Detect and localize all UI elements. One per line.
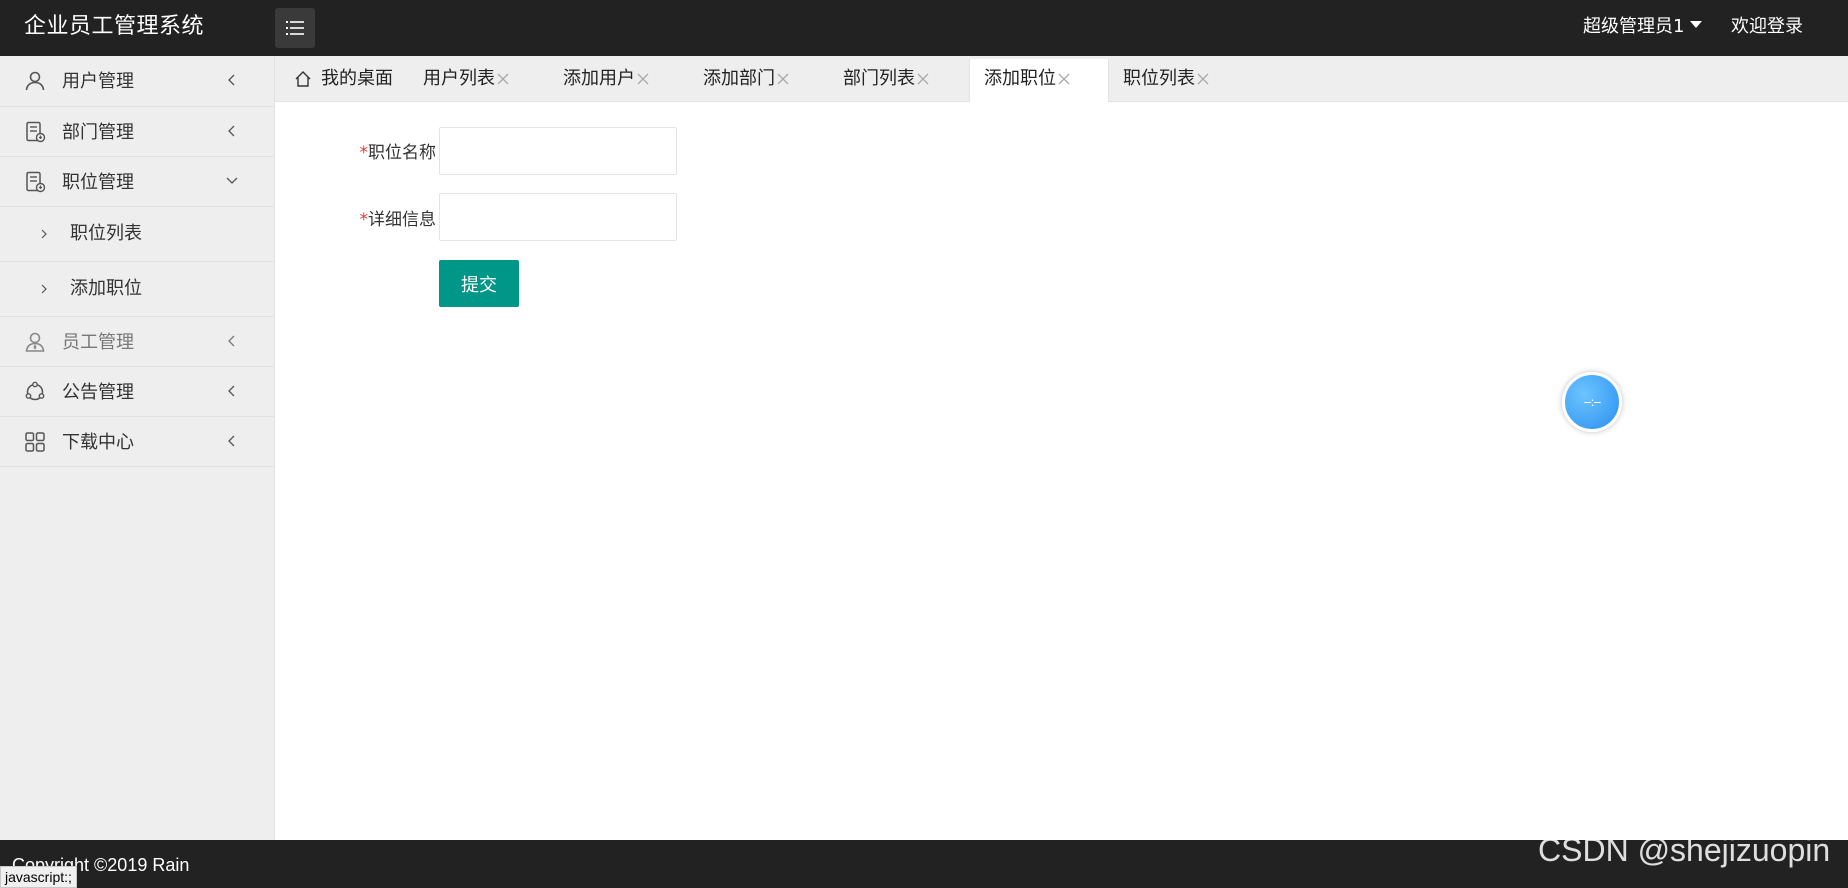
tab-label: 用户列表	[423, 68, 495, 89]
top-header: 企业员工管理系统 超级管理员1 欢迎登录	[0, 0, 1848, 56]
close-icon[interactable]	[1058, 73, 1070, 85]
announcement-icon	[25, 381, 45, 401]
required-mark: *	[359, 210, 369, 230]
browser-status-bar: javascript:;	[0, 866, 77, 888]
sidebar-item-label: 部门管理	[62, 122, 134, 143]
tab-bar: 我的桌面 用户列表 添加用户 添加部门 部门列表 添加职位 职位列表	[275, 56, 1848, 103]
sidebar-item-label: 下载中心	[62, 432, 134, 453]
tab-user-list[interactable]: 用户列表	[409, 59, 549, 102]
tab-label: 添加职位	[984, 68, 1056, 89]
tab-add-user[interactable]: 添加用户	[549, 59, 689, 102]
detail-info-input[interactable]	[439, 193, 677, 241]
sidebar-item-label: 员工管理	[62, 332, 134, 353]
chevron-left-icon	[228, 385, 235, 397]
tab-add-department[interactable]: 添加部门	[689, 59, 829, 102]
menu-toggle-button[interactable]	[275, 8, 315, 48]
sidebar-item-label: 公告管理	[62, 382, 134, 403]
tab-label: 部门列表	[843, 68, 915, 89]
close-icon[interactable]	[637, 73, 649, 85]
tab-position-list[interactable]: 职位列表	[1109, 59, 1249, 102]
chevron-right-icon	[41, 229, 47, 239]
tab-label: 添加用户	[563, 68, 635, 89]
sidebar-item-position-management[interactable]: 职位管理	[0, 157, 274, 207]
main-content: *职位名称 *详细信息 提交	[276, 102, 1848, 840]
close-icon[interactable]	[497, 73, 509, 85]
sidebar-subitem-position-list[interactable]: 职位列表	[0, 207, 274, 262]
department-icon	[26, 121, 46, 143]
required-mark: *	[359, 143, 369, 163]
sidebar-item-download-center[interactable]: 下载中心	[0, 417, 274, 467]
list-icon	[286, 21, 304, 35]
tab-department-list[interactable]: 部门列表	[829, 59, 969, 102]
sidebar-subitem-label: 职位列表	[70, 223, 142, 244]
sidebar-item-label: 用户管理	[62, 71, 134, 92]
close-icon[interactable]	[777, 73, 789, 85]
sidebar-item-user-management[interactable]: 用户管理	[0, 56, 274, 107]
chevron-left-icon	[228, 74, 235, 86]
sidebar-item-label: 职位管理	[62, 172, 134, 193]
grid-icon	[25, 432, 45, 452]
welcome-link[interactable]: 欢迎登录	[1731, 0, 1803, 56]
sidebar-item-department-management[interactable]: 部门管理	[0, 107, 274, 157]
close-icon[interactable]	[917, 73, 929, 85]
tab-add-position[interactable]: 添加职位	[969, 59, 1109, 103]
chevron-left-icon	[228, 435, 235, 447]
sidebar-subitem-add-position[interactable]: 添加职位	[0, 262, 274, 317]
sidebar-subitem-label: 添加职位	[70, 278, 142, 299]
user-dropdown[interactable]: 超级管理员1	[1583, 0, 1703, 56]
bubble-text: --:--	[1583, 395, 1601, 409]
position-icon	[26, 171, 46, 193]
submit-button[interactable]: 提交	[439, 260, 519, 307]
employee-icon	[25, 332, 45, 352]
user-icon	[25, 71, 45, 91]
detail-info-label: *详细信息	[359, 210, 437, 230]
chevron-right-icon	[41, 284, 47, 294]
user-name: 超级管理员1	[1583, 16, 1685, 37]
caret-down-icon	[1690, 20, 1703, 28]
chevron-left-icon	[228, 125, 235, 137]
tab-my-desktop[interactable]: 我的桌面	[275, 59, 409, 102]
tab-label: 职位列表	[1123, 68, 1195, 89]
position-name-label: *职位名称	[359, 143, 437, 163]
home-icon	[295, 71, 311, 87]
sidebar-item-employee-management[interactable]: 员工管理	[0, 317, 274, 367]
sidebar: 用户管理 部门管理 职位管理 职位列表 添加职位 员工管理 公告管理 下载中心	[0, 56, 275, 840]
sidebar-item-announcement-management[interactable]: 公告管理	[0, 367, 274, 417]
close-icon[interactable]	[1197, 73, 1209, 85]
tab-label: 我的桌面	[321, 68, 393, 89]
floating-timer-bubble[interactable]: --:--	[1562, 372, 1622, 432]
app-title: 企业员工管理系统	[24, 14, 205, 39]
watermark: CSDN @shejizuopin	[1538, 832, 1831, 868]
chevron-left-icon	[228, 335, 235, 347]
chevron-down-icon	[226, 177, 238, 184]
tab-label: 添加部门	[703, 68, 775, 89]
position-name-input[interactable]	[439, 127, 677, 175]
